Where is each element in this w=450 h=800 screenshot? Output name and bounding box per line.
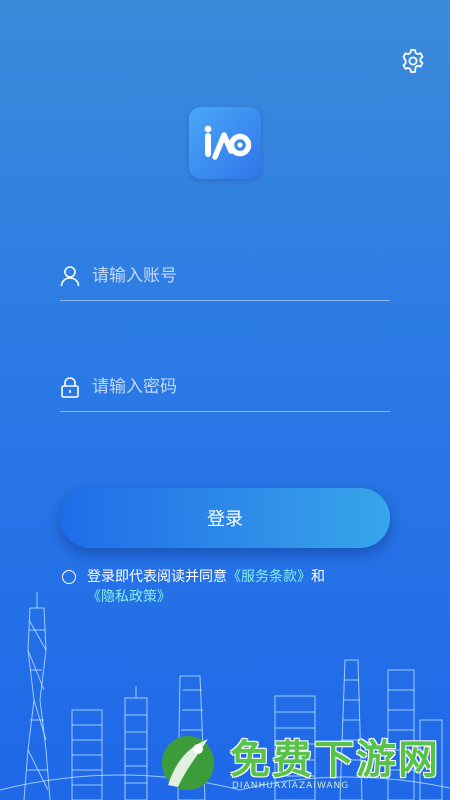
login-button[interactable]: 登录 bbox=[60, 488, 390, 548]
agreement-conjunction: 和 bbox=[311, 569, 325, 585]
account-input[interactable] bbox=[92, 261, 382, 291]
app-logo bbox=[189, 107, 261, 179]
agreement-radio[interactable] bbox=[62, 570, 76, 584]
watermark-leaf-logo bbox=[162, 736, 214, 790]
password-field bbox=[60, 362, 390, 412]
lock-icon bbox=[61, 377, 79, 398]
watermark: 免费下游网 DIANHUAXIAZAIWANG bbox=[150, 725, 450, 800]
gear-icon bbox=[402, 49, 424, 73]
account-field bbox=[60, 251, 390, 301]
agreement-prefix: 登录即代表阅读并同意 bbox=[87, 569, 227, 585]
watermark-subtitle: DIANHUAXIAZAIWANG bbox=[232, 781, 350, 791]
settings-button[interactable] bbox=[399, 47, 427, 75]
app-logo-icon bbox=[204, 125, 252, 160]
terms-link[interactable]: 《服务条款》 bbox=[227, 569, 311, 585]
watermark-title: 免费下游网 bbox=[230, 736, 440, 783]
user-icon bbox=[60, 266, 80, 287]
password-input[interactable] bbox=[92, 372, 382, 402]
